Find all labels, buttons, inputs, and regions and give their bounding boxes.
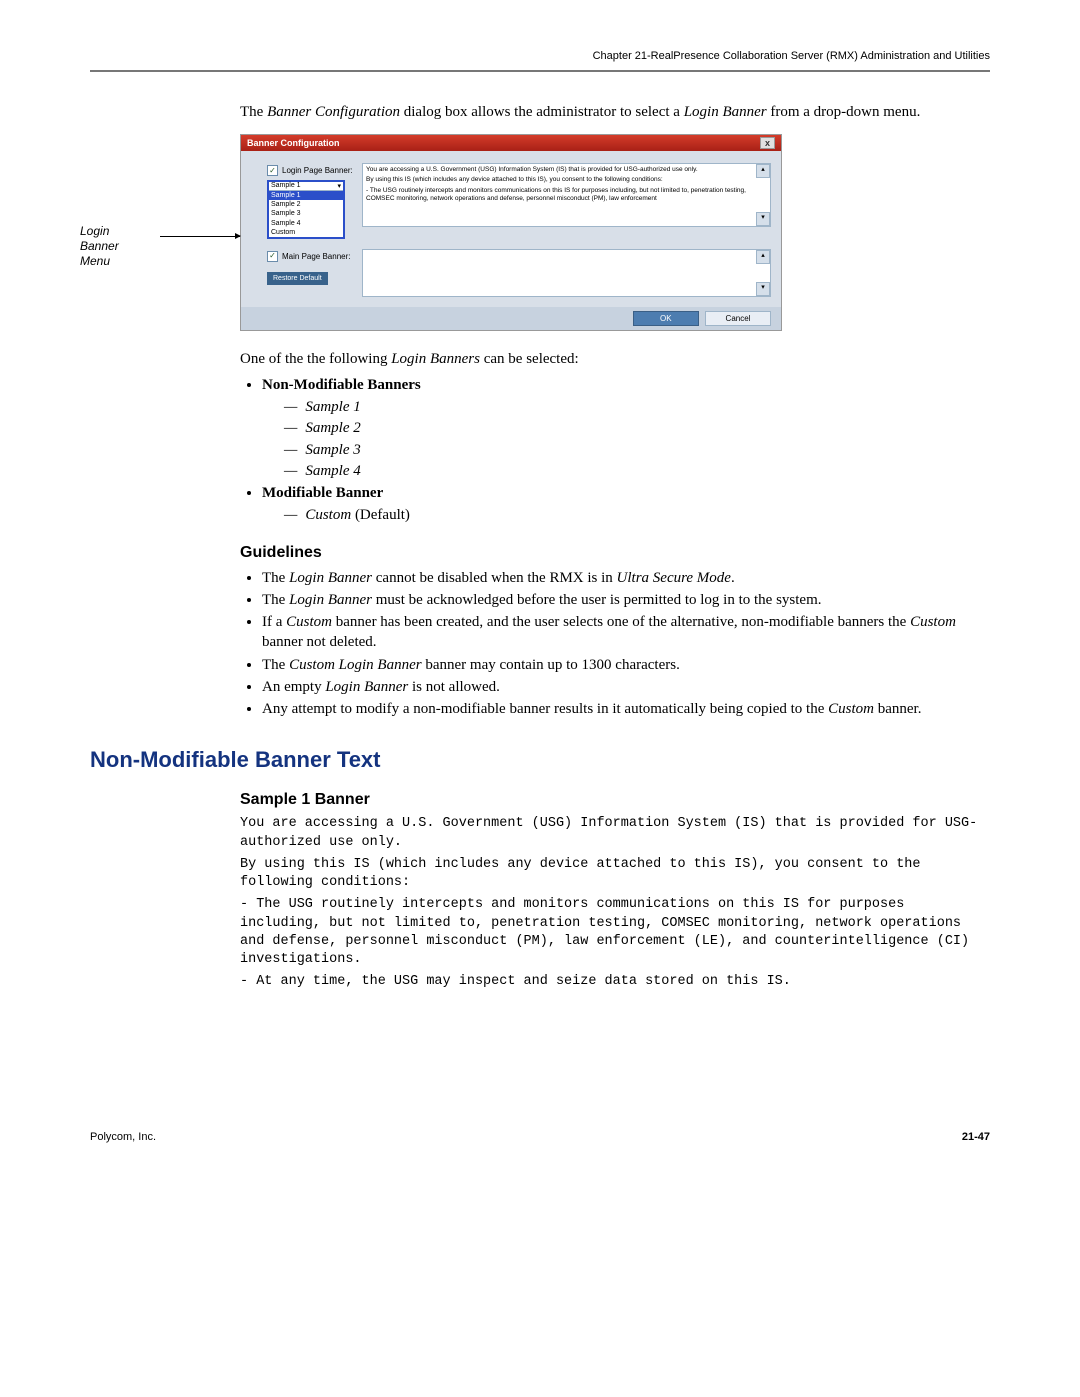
list-item: Sample 3: [284, 440, 990, 460]
restore-default-button[interactable]: Restore Default: [267, 272, 328, 285]
figure-callout-label: Login Banner Menu: [80, 224, 160, 269]
sample1-text: - At any time, the USG may inspect and s…: [240, 973, 990, 991]
dropdown-option[interactable]: Custom: [269, 228, 343, 237]
dialog-title-text: Banner Configuration: [247, 138, 340, 148]
page-footer: Polycom, Inc. 21-47: [90, 1131, 990, 1143]
footer-company: Polycom, Inc.: [90, 1131, 156, 1143]
list-item: Sample 4: [284, 461, 990, 481]
list-heading: Non-Modifiable Banners: [262, 377, 421, 393]
scroll-up-icon[interactable]: ▴: [756, 164, 770, 178]
guidelines-heading: Guidelines: [240, 544, 990, 562]
sample1-text: You are accessing a U.S. Government (USG…: [240, 815, 990, 851]
list-item: Custom (Default): [284, 505, 990, 525]
ok-button[interactable]: OK: [633, 311, 699, 326]
figure-banner-config: Login Banner Menu Banner Configuration x…: [240, 134, 990, 330]
guidelines-list: The Login Banner cannot be disabled when…: [240, 568, 990, 720]
after-figure-paragraph: One of the the following Login Banners c…: [240, 349, 990, 369]
scroll-down-icon[interactable]: ▾: [756, 212, 770, 226]
sample1-heading: Sample 1 Banner: [240, 791, 990, 809]
intro-paragraph: The Banner Configuration dialog box allo…: [240, 102, 990, 122]
banner-types-list: Non-Modifiable Banners Sample 1 Sample 2…: [240, 375, 990, 526]
main-page-banner-checkbox[interactable]: ✓ Main Page Banner:: [267, 251, 356, 262]
dropdown-option[interactable]: Sample 4: [269, 219, 343, 228]
list-item: Sample 2: [284, 418, 990, 438]
chapter-header: Chapter 21-RealPresence Collaboration Se…: [90, 50, 990, 72]
page-number: 21-47: [962, 1131, 990, 1143]
login-banner-dropdown[interactable]: Sample 1▾ Sample 1 Sample 2 Sample 3 Sam…: [267, 180, 345, 238]
login-banner-textarea[interactable]: You are accessing a U.S. Government (USG…: [362, 163, 771, 227]
cancel-button[interactable]: Cancel: [705, 311, 771, 326]
chevron-down-icon: ▾: [337, 182, 341, 190]
list-heading: Modifiable Banner: [262, 485, 383, 501]
sample1-text: - The USG routinely intercepts and monit…: [240, 896, 990, 969]
close-icon[interactable]: x: [760, 137, 775, 149]
dialog-titlebar: Banner Configuration x: [241, 135, 781, 151]
list-item: Sample 1: [284, 397, 990, 417]
scroll-down-icon[interactable]: ▾: [756, 282, 770, 296]
dropdown-option[interactable]: Sample 1: [269, 191, 343, 200]
banner-config-dialog: Banner Configuration x ✓ Login Page Bann…: [240, 134, 782, 330]
checkbox-icon: ✓: [267, 251, 278, 262]
scroll-up-icon[interactable]: ▴: [756, 250, 770, 264]
main-banner-textarea[interactable]: ▴ ▾: [362, 249, 771, 297]
login-page-banner-checkbox[interactable]: ✓ Login Page Banner:: [267, 165, 356, 176]
callout-arrow-icon: [160, 236, 240, 237]
checkbox-icon: ✓: [267, 165, 278, 176]
sample1-text: By using this IS (which includes any dev…: [240, 856, 990, 892]
dropdown-option[interactable]: Sample 2: [269, 200, 343, 209]
dropdown-option[interactable]: Sample 3: [269, 209, 343, 218]
section-heading: Non-Modifiable Banner Text: [90, 747, 990, 773]
